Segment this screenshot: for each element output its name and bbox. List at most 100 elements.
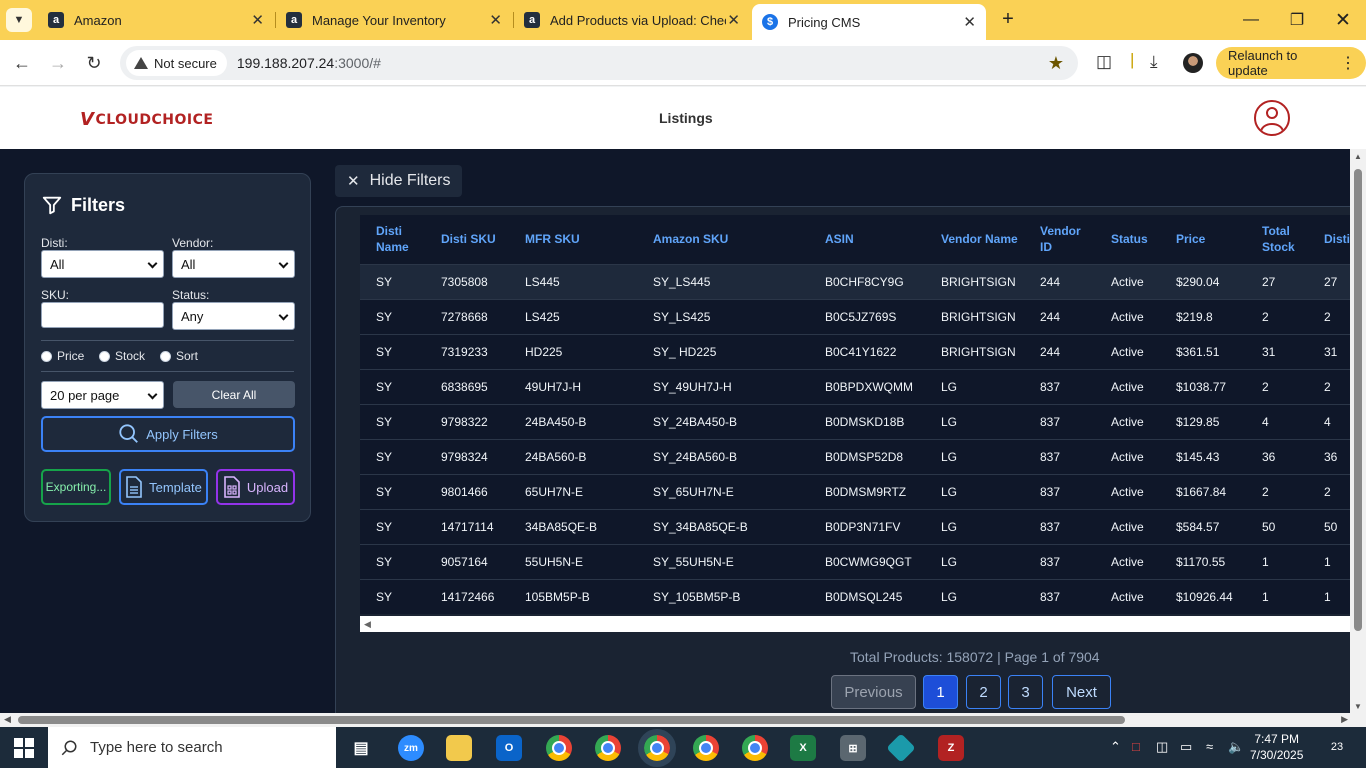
disti-select[interactable]: All xyxy=(41,250,164,278)
export-button[interactable]: Exporting... xyxy=(41,469,111,505)
cloudchoice-logo[interactable]: V CLOUDCHOICE xyxy=(80,109,213,130)
radio-price[interactable]: Price xyxy=(41,349,84,363)
tab-manage-inventory[interactable]: a Manage Your Inventory ✕ xyxy=(276,0,512,40)
column-header[interactable]: Vendor Name xyxy=(925,215,1024,264)
page-horizontal-scrollbar[interactable]: ◀ ▶ xyxy=(0,713,1366,727)
previous-page-button[interactable]: Previous xyxy=(831,675,916,709)
vendor-label: Vendor: xyxy=(172,236,214,250)
bookmark-star-icon[interactable]: ★ xyxy=(1048,53,1064,74)
status-select[interactable]: Any xyxy=(172,302,295,330)
vendor-select[interactable]: All xyxy=(172,250,295,278)
close-tab-icon[interactable]: ✕ xyxy=(727,11,740,29)
notification-center-icon[interactable]: 23 xyxy=(1326,736,1348,758)
table-row[interactable]: SY 9057164 55UH5N-E SY_55UH5N-E B0CWMG9QGT LG… xyxy=(360,543,1366,579)
page-button-3[interactable]: 3 xyxy=(1008,675,1043,709)
scroll-left-icon[interactable]: ◀ xyxy=(4,714,11,725)
per-page-select[interactable]: 20 per page xyxy=(41,381,164,409)
profile-avatar[interactable] xyxy=(1183,53,1203,73)
filezilla-icon[interactable]: Z xyxy=(938,735,964,761)
scrollbar-thumb[interactable] xyxy=(18,716,1125,724)
task-view-icon[interactable]: ▤ xyxy=(348,735,374,761)
scroll-right-icon[interactable]: ▶ xyxy=(1341,714,1348,725)
page-button-1[interactable]: 1 xyxy=(923,675,958,709)
page-vertical-scrollbar[interactable]: ▲ ▼ xyxy=(1350,149,1366,713)
table-row[interactable]: SY 14172466 105BM5P-B SY_105BM5P-B B0DMSQL24… xyxy=(360,578,1366,614)
close-tab-icon[interactable]: ✕ xyxy=(489,11,502,29)
chrome-profile-icon[interactable] xyxy=(693,735,719,761)
table-horizontal-scrollbar[interactable]: ◀ xyxy=(360,616,1366,632)
page-button-2[interactable]: 2 xyxy=(966,675,1001,709)
restore-icon[interactable]: ❐ xyxy=(1274,0,1320,40)
table-row[interactable]: SY 7278668 LS425 SY_LS425 B0C5JZ769S BRIGHTSI… xyxy=(360,298,1366,334)
security-chip[interactable]: Not secure xyxy=(126,50,227,76)
tab-amazon[interactable]: a Amazon ✕ xyxy=(38,0,274,40)
zoom-app-icon[interactable]: zm xyxy=(398,735,424,761)
table-row[interactable]: SY 14717114 34BA85QE-B SY_34BA85QE-B B0DP3N7… xyxy=(360,508,1366,544)
address-bar[interactable]: Not secure 199.188.207.24:3000/# ★ xyxy=(120,46,1078,80)
radio-stock[interactable]: Stock xyxy=(99,349,145,363)
volume-icon[interactable]: 🔈 xyxy=(1228,739,1244,755)
relaunch-button[interactable]: Relaunch to update ⋮ xyxy=(1216,47,1366,79)
column-header[interactable]: Price xyxy=(1160,215,1246,264)
table-row[interactable]: SY 9798324 24BA560-B SY_24BA560-B B0DMSP52D8… xyxy=(360,438,1366,474)
chrome-profile-icon[interactable] xyxy=(742,735,768,761)
chrome-profile-icon[interactable] xyxy=(546,735,572,761)
column-header[interactable]: MFR SKU xyxy=(509,215,637,264)
radio-sort[interactable]: Sort xyxy=(160,349,198,363)
table-row[interactable]: SY 7305808 LS445 SY_LS445 B0CHF8CY9G BRIGHTSI… xyxy=(360,263,1366,299)
table-row[interactable]: SY 9801466 65UH7N-E SY_65UH7N-E B0DMSM9RTZ LG… xyxy=(360,473,1366,509)
wifi-icon[interactable]: ≈ xyxy=(1206,739,1213,754)
tray-app-icon[interactable]: ◫ xyxy=(1156,739,1168,755)
app-diamond-icon[interactable] xyxy=(886,733,916,763)
close-tab-icon[interactable]: ✕ xyxy=(251,11,264,29)
column-header[interactable]: Amazon SKU xyxy=(637,215,809,264)
extensions-icon[interactable]: ◫ xyxy=(1096,52,1112,72)
battery-icon[interactable]: ▭ xyxy=(1180,739,1192,755)
user-account-icon[interactable] xyxy=(1254,100,1290,136)
scroll-down-icon[interactable]: ▼ xyxy=(1354,702,1362,711)
column-header[interactable]: ASIN xyxy=(809,215,925,264)
hide-filters-button[interactable]: ✕ Hide Filters xyxy=(335,165,462,197)
table-row[interactable]: SY 7319233 HD225 SY_ HD225 B0C41Y1622 BRIGHTS… xyxy=(360,333,1366,369)
table-row[interactable]: SY 6838695 49UH7J-H SY_49UH7J-H B0BPDXWQMM LG… xyxy=(360,368,1366,404)
column-header[interactable]: Status xyxy=(1095,215,1160,264)
scroll-up-icon[interactable]: ▲ xyxy=(1354,152,1362,161)
close-tab-icon[interactable]: ✕ xyxy=(963,13,976,31)
column-header[interactable]: Total Stock xyxy=(1246,215,1308,264)
close-window-icon[interactable]: ✕ xyxy=(1320,0,1366,40)
system-clock[interactable]: 7:47 PM 7/30/2025 xyxy=(1250,731,1303,763)
file-explorer-icon[interactable] xyxy=(446,735,472,761)
new-tab-icon[interactable]: + xyxy=(996,8,1020,31)
outlook-icon[interactable]: O xyxy=(496,735,522,761)
apply-filters-button[interactable]: Apply Filters xyxy=(41,416,295,452)
scrollbar-thumb[interactable] xyxy=(1354,169,1362,631)
column-header[interactable]: Disti Name xyxy=(360,215,425,264)
template-button[interactable]: Template xyxy=(119,469,208,505)
windows-start-icon[interactable] xyxy=(14,738,34,758)
calculator-icon[interactable]: ⊞ xyxy=(840,735,866,761)
pdf-tray-icon[interactable]: □ xyxy=(1132,739,1140,754)
back-icon[interactable]: ← xyxy=(10,51,34,75)
clear-all-button[interactable]: Clear All xyxy=(173,381,295,408)
scroll-left-icon[interactable]: ◀ xyxy=(364,619,371,630)
excel-icon[interactable]: X xyxy=(790,735,816,761)
tab-pricing-cms[interactable]: $ Pricing CMS ✕ xyxy=(752,4,986,40)
tab-add-products[interactable]: a Add Products via Upload: Check ✕ xyxy=(514,0,750,40)
show-hidden-icons[interactable]: ⌃ xyxy=(1110,739,1121,755)
table-row[interactable]: SY 9798322 24BA450-B SY_24BA450-B B0DMSKD18B… xyxy=(360,403,1366,439)
next-page-button[interactable]: Next xyxy=(1052,675,1111,709)
nav-listings[interactable]: Listings xyxy=(659,110,713,126)
upload-button[interactable]: Upload xyxy=(216,469,295,505)
taskbar-search[interactable]: Type here to search xyxy=(48,727,336,768)
column-header[interactable]: Vendor ID xyxy=(1024,215,1095,264)
tab-search-icon[interactable]: ▼ xyxy=(6,8,32,32)
chrome-active-icon[interactable] xyxy=(638,729,676,767)
reload-icon[interactable]: ↻ xyxy=(82,51,106,75)
url-text[interactable]: 199.188.207.24:3000/# xyxy=(237,55,381,71)
sku-input[interactable] xyxy=(41,302,164,328)
column-header[interactable]: Disti SKU xyxy=(425,215,509,264)
chrome-profile-icon[interactable] xyxy=(595,735,621,761)
minimize-icon[interactable]: — xyxy=(1228,0,1274,40)
forward-icon[interactable]: → xyxy=(46,51,70,75)
download-icon[interactable]: ⤓ xyxy=(1150,52,1158,72)
